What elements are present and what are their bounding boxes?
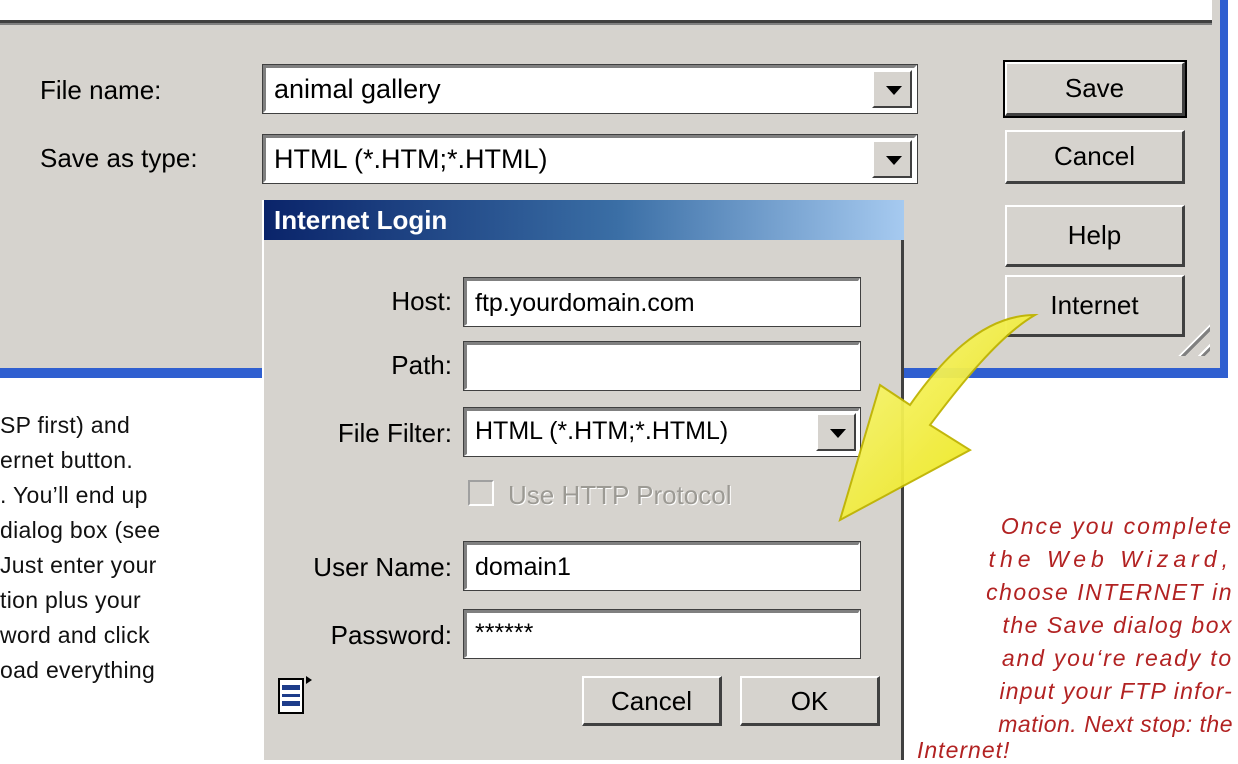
caption-line: Once you complete [1000, 513, 1233, 539]
path-input[interactable] [463, 341, 861, 391]
pointer-arrow-icon [838, 313, 1039, 523]
save-as-type-dropdown-button[interactable] [872, 140, 912, 178]
caption-line: choose INTERNET in [986, 579, 1233, 605]
paragraph-line: Just enter your [0, 552, 157, 578]
password-input[interactable]: ****** [463, 609, 861, 659]
chevron-down-icon [886, 156, 902, 165]
file-filter-value: HTML (*.HTM;*.HTML) [475, 417, 729, 445]
file-filter-label: File Filter: [337, 418, 452, 448]
file-name-value: animal gallery [274, 74, 441, 104]
save-button-label: Save [1064, 73, 1125, 103]
internet-button-label: Internet [1050, 290, 1139, 320]
password-value: ****** [475, 619, 534, 647]
password-label: Password: [330, 620, 452, 650]
help-button[interactable]: Help [1005, 205, 1185, 267]
login-cancel-button[interactable]: Cancel [582, 676, 722, 726]
paragraph-line: . You’ll end up [0, 482, 148, 508]
caption-line: input your FTP infor- [999, 678, 1233, 704]
caption-line: the Save dialog box [1002, 612, 1233, 638]
file-name-dropdown-button[interactable] [872, 70, 912, 108]
use-http-checkbox[interactable] [468, 480, 494, 506]
internet-login-dialog: Internet Login Host: ftp.yourdomain.com … [262, 200, 904, 760]
paragraph-line: oad everything [0, 657, 156, 683]
login-cancel-label: Cancel [611, 686, 692, 716]
user-name-input[interactable]: domain1 [463, 541, 861, 591]
file-filter-select[interactable]: HTML (*.HTM;*.HTML) [463, 407, 861, 457]
file-list-area[interactable] [0, 0, 1212, 23]
caption-line: the Web Wizard, [988, 546, 1233, 572]
login-ok-button[interactable]: OK [740, 676, 880, 726]
dialog-title: Internet Login [274, 205, 448, 235]
caption-line: Internet! [917, 737, 1011, 763]
caption-line: mation. Next stop: the [998, 711, 1233, 737]
file-name-label: File name: [40, 75, 162, 105]
host-value: ftp.yourdomain.com [475, 289, 695, 317]
save-as-type-combobox[interactable]: HTML (*.HTM;*.HTML) [262, 134, 918, 184]
help-button-label: Help [1067, 220, 1122, 250]
paragraph-line: SP first) and [0, 412, 131, 438]
paragraph-line: word and click [0, 622, 150, 648]
chevron-down-icon [886, 86, 902, 95]
save-button[interactable]: Save [1003, 60, 1187, 118]
cancel-button-label: Cancel [1054, 141, 1135, 171]
user-name-value: domain1 [475, 553, 571, 581]
login-ok-label: OK [790, 686, 829, 716]
paragraph-line: tion plus your [0, 587, 141, 613]
document-icon [278, 676, 312, 714]
file-name-combobox[interactable]: animal gallery [262, 64, 918, 114]
user-name-label: User Name: [313, 552, 452, 582]
caption-line: and you‘re ready to [1001, 645, 1233, 671]
dialog-title-bar[interactable]: Internet Login [264, 200, 904, 240]
save-as-type-label: Save as type: [40, 143, 198, 173]
paragraph-line: dialog box (see [0, 517, 161, 543]
cancel-button[interactable]: Cancel [1005, 130, 1185, 184]
host-label: Host: [391, 286, 452, 316]
host-input[interactable]: ftp.yourdomain.com [463, 277, 861, 327]
paragraph-line: ernet button. [0, 447, 134, 473]
save-as-type-value: HTML (*.HTM;*.HTML) [274, 144, 548, 174]
path-label: Path: [391, 350, 452, 380]
use-http-label: Use HTTP Protocol [508, 480, 732, 510]
